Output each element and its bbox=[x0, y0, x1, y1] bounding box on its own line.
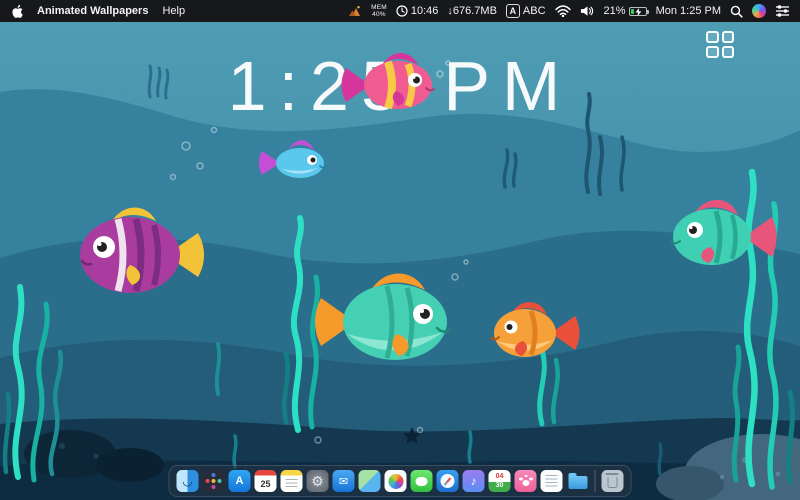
grid-widget-cell bbox=[706, 46, 719, 58]
trash-icon bbox=[608, 477, 618, 488]
clock-icon bbox=[396, 5, 408, 17]
dock: ◡ A 25 ⚙ ✉ ♪ 04 30 bbox=[169, 465, 632, 497]
menubar-clock[interactable]: Mon 1:25 PM bbox=[656, 5, 721, 17]
dock-folder[interactable] bbox=[567, 470, 589, 492]
control-center-icon[interactable] bbox=[775, 5, 790, 17]
dock-notes[interactable] bbox=[281, 470, 303, 492]
folder-icon bbox=[568, 476, 587, 489]
photos-wheel-icon bbox=[388, 474, 403, 489]
input-source-status[interactable]: A ABC bbox=[506, 4, 546, 18]
document-lines-icon bbox=[546, 475, 558, 488]
day-calendar-day: 30 bbox=[496, 481, 504, 490]
finder-smile: ◡ bbox=[182, 474, 192, 488]
grid-widget[interactable] bbox=[706, 31, 734, 58]
screen: Animated Wallpapers Help MEM 40% 10:46 ↓… bbox=[0, 0, 800, 500]
menu-help[interactable]: Help bbox=[162, 5, 185, 17]
dock-app-store[interactable]: A bbox=[229, 470, 251, 492]
dock-photos[interactable] bbox=[385, 470, 407, 492]
memory-status[interactable]: MEM 40% bbox=[371, 4, 387, 18]
app-menu-title[interactable]: Animated Wallpapers bbox=[37, 5, 148, 17]
input-source-label: ABC bbox=[523, 5, 546, 17]
dock-mail[interactable]: ✉ bbox=[333, 470, 355, 492]
music-note-icon: ♪ bbox=[471, 474, 477, 488]
menu-bar-left: Animated Wallpapers Help bbox=[10, 0, 199, 22]
dock-messages[interactable] bbox=[411, 470, 433, 492]
dock-music[interactable]: ♪ bbox=[463, 470, 485, 492]
gear-icon: ⚙ bbox=[311, 473, 324, 490]
dock-pet-app[interactable] bbox=[515, 470, 537, 492]
menu-bar-status: MEM 40% 10:46 ↓676.7MB A ABC bbox=[339, 0, 790, 22]
battery-status[interactable]: 21% bbox=[604, 5, 647, 17]
wallpaper-scene: 1:25 PM bbox=[0, 22, 800, 500]
dock-maps[interactable] bbox=[359, 470, 381, 492]
dock-launchpad[interactable] bbox=[203, 470, 225, 492]
dock-finder[interactable]: ◡ bbox=[177, 470, 199, 492]
network-download-status[interactable]: ↓676.7MB bbox=[447, 5, 497, 17]
notes-lines-icon bbox=[286, 479, 298, 488]
day-calendar-month: 04 bbox=[496, 472, 504, 481]
dock-safari[interactable] bbox=[437, 470, 459, 492]
menu-bar: Animated Wallpapers Help MEM 40% 10:46 ↓… bbox=[0, 0, 800, 22]
battery-percent: 21% bbox=[604, 5, 626, 17]
grid-widget-cell bbox=[722, 46, 735, 58]
dock-textedit[interactable] bbox=[541, 470, 563, 492]
launchpad-dots-icon bbox=[212, 479, 216, 483]
uptime-status[interactable]: 10:46 bbox=[396, 5, 439, 17]
apple-menu-icon[interactable] bbox=[10, 4, 23, 19]
paw-icon bbox=[522, 480, 529, 486]
dock-calendar[interactable]: 25 bbox=[255, 470, 277, 492]
dock-divider bbox=[595, 470, 596, 492]
spotlight-search-icon[interactable] bbox=[730, 5, 743, 18]
mountain-app-icon[interactable] bbox=[348, 5, 362, 17]
uptime-value: 10:46 bbox=[411, 5, 439, 17]
charging-bolt-icon bbox=[635, 8, 642, 16]
volume-icon[interactable] bbox=[580, 5, 595, 17]
calendar-date: 25 bbox=[260, 479, 270, 489]
memory-label: MEM bbox=[371, 4, 387, 11]
envelope-icon: ✉ bbox=[339, 475, 348, 488]
appstore-a-glyph: A bbox=[236, 475, 244, 487]
battery-icon bbox=[629, 7, 647, 16]
siri-icon[interactable] bbox=[752, 4, 766, 18]
grid-widget-cell bbox=[706, 31, 719, 43]
dock-day-calendar[interactable]: 04 30 bbox=[489, 470, 511, 492]
wifi-icon[interactable] bbox=[555, 5, 571, 17]
dock-settings[interactable]: ⚙ bbox=[307, 470, 329, 492]
compass-icon bbox=[441, 474, 455, 488]
input-source-icon: A bbox=[506, 4, 520, 18]
dock-trash[interactable] bbox=[602, 470, 624, 492]
memory-value: 40% bbox=[372, 11, 386, 18]
message-bubble-icon bbox=[416, 477, 428, 486]
grid-widget-cell bbox=[722, 31, 735, 43]
